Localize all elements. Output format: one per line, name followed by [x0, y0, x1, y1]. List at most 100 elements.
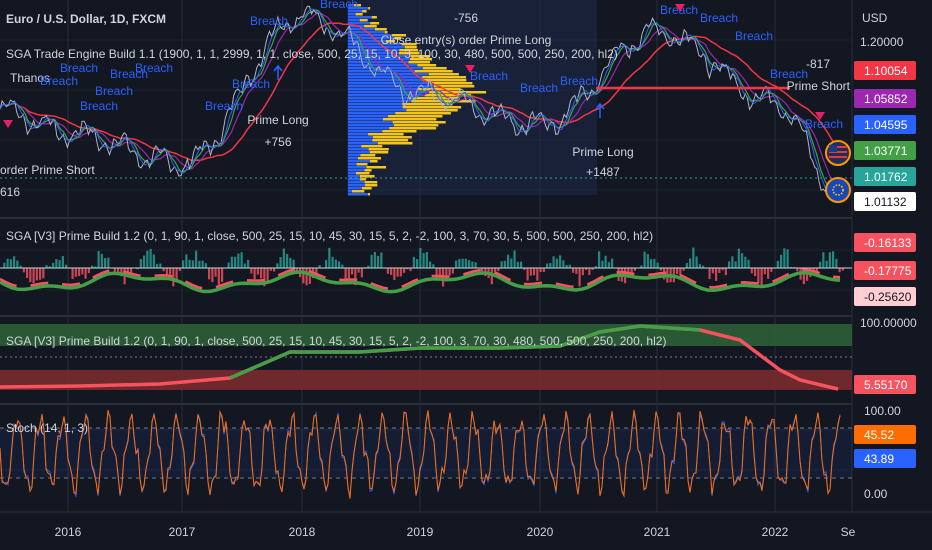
oscillator-histogram-bar: [747, 259, 750, 268]
price-pane[interactable]: ThanosPrime Long+756-756Close entry(s) o…: [0, 0, 852, 199]
chart-annotation: +1487: [586, 165, 620, 179]
oscillator-histogram-bar: [201, 260, 204, 268]
oscillator-histogram-bar: [104, 258, 107, 268]
stoch-pane[interactable]: [0, 409, 852, 499]
chart-annotation: Breach: [250, 14, 288, 28]
volume-profile-bar-blue: [348, 112, 396, 115]
volume-profile-bar-blue: [348, 193, 368, 196]
volume-profile-bar-yellow: [369, 151, 389, 154]
oscillator-histogram-bar: [780, 254, 783, 268]
oscillator-histogram-bar: [208, 268, 211, 280]
volume-profile-bar-blue: [348, 187, 362, 190]
eu-flag-icon[interactable]: [825, 177, 851, 203]
oscillator-histogram-bar: [468, 260, 471, 268]
oscillator-histogram-bar: [302, 268, 305, 284]
oscillator-histogram-bar: [822, 252, 825, 268]
chart-annotation: Breach: [95, 84, 133, 98]
oscillator-histogram-bar: [513, 250, 516, 268]
oscillator-histogram-bar: [549, 262, 552, 268]
oscillator-histogram-bar: [448, 268, 451, 276]
oscillator-histogram-bar: [516, 261, 519, 268]
oscillator-histogram-bar: [276, 263, 279, 268]
oscillator-histogram-bar: [78, 268, 81, 277]
volume-profile-bar-yellow: [372, 139, 409, 142]
oscillator-histogram-bar: [386, 268, 389, 274]
oscillator-histogram-bar: [305, 268, 308, 286]
oscillator-histogram-bar: [601, 260, 604, 268]
volume-profile-bar-yellow: [359, 175, 375, 178]
pane3-indicator-title[interactable]: SGA [V3] Prime Build 1.2 (0, 1, 90, 1, c…: [6, 334, 666, 348]
time-axis[interactable]: 2016 2017 2018 2019 2020 2021 2022 Se: [55, 525, 856, 539]
oscillator-histogram-bar: [832, 251, 835, 268]
volume-profile-bar-yellow: [422, 76, 467, 79]
volume-profile-bar-yellow: [389, 127, 437, 130]
oscillator-histogram-bar: [357, 268, 360, 273]
price-tag-text: 1.03771: [864, 144, 908, 158]
oscillator-histogram-bar: [344, 268, 347, 279]
oscillator-histogram-bar: [835, 258, 838, 268]
oscillator-histogram-bar: [403, 268, 406, 273]
oscillator-histogram-bar: [731, 256, 734, 268]
oscillator-histogram-bar: [737, 248, 740, 268]
chart-annotation: Breach: [770, 67, 808, 81]
chart-annotation: Breach: [735, 29, 773, 43]
oscillator-histogram-bar: [230, 256, 233, 268]
chart-annotation: Breach: [805, 117, 843, 131]
volume-profile-bar-blue: [348, 172, 356, 175]
oscillator-histogram-bar: [156, 264, 159, 268]
volume-profile-bar-yellow: [372, 136, 412, 139]
oscillator-histogram-bar: [572, 268, 575, 273]
volume-profile-bar-blue: [348, 121, 393, 124]
us-flag-icon[interactable]: [825, 140, 851, 166]
oscillator-histogram-bar: [760, 268, 763, 286]
oscillator-histogram-bar: [377, 255, 380, 268]
pane4-indicator-title[interactable]: Stoch (14, 1, 3): [6, 421, 88, 435]
volume-profile-bar-yellow: [377, 142, 413, 145]
volume-profile-bar-blue: [348, 79, 423, 82]
oscillator-histogram-bar: [754, 268, 757, 277]
oscillator-histogram-bar: [52, 262, 55, 268]
pane3-top-label: 100.00000: [860, 316, 917, 330]
volume-profile-bar-yellow: [392, 121, 446, 124]
volume-profile-bar-blue: [348, 13, 356, 16]
stoch-band: [0, 428, 852, 478]
pane1-indicator-title[interactable]: SGA Trade Engine Build 1.1 (1900, 1, 1, …: [6, 47, 618, 61]
oscillator-histogram-bar: [84, 268, 87, 279]
volume-profile-bar-blue: [348, 160, 370, 163]
volume-profile-bar-blue: [348, 181, 365, 184]
oscillator-histogram-bar: [172, 268, 175, 287]
oscillator-histogram-bar: [734, 261, 737, 268]
volume-profile-bar-yellow: [402, 106, 462, 109]
oscillator-histogram-bar: [520, 261, 523, 268]
oscillator-histogram-bar: [776, 260, 779, 268]
volume-profile-bar-yellow: [355, 13, 363, 16]
oscillator-histogram-bar: [451, 268, 454, 274]
oscillator-histogram-bar: [370, 254, 373, 268]
volume-profile-bar-blue: [348, 97, 410, 100]
oscillator-histogram-bar: [458, 258, 461, 268]
volume-profile-bar-yellow: [359, 19, 368, 22]
oscillator-histogram-bar: [217, 268, 220, 285]
volume-profile-bar-blue: [348, 169, 365, 172]
oscillator-histogram-bar: [13, 256, 16, 268]
chart-canvas[interactable]: ThanosPrime Long+756-756Close entry(s) o…: [0, 0, 932, 550]
oscillator-histogram-bar: [656, 262, 659, 268]
oscillator-histogram-bar: [338, 261, 341, 268]
volume-profile-bar-blue: [348, 115, 389, 118]
oscillator-histogram-bar: [750, 268, 753, 274]
oscillator-histogram-bar: [419, 248, 422, 268]
oscillator-histogram-bar: [234, 256, 237, 268]
oscillator-histogram-bar: [188, 259, 191, 268]
oscillator-pane[interactable]: [0, 247, 852, 294]
oscillator-histogram-bar: [331, 256, 334, 268]
pane2-indicator-title[interactable]: SGA [V3] Prime Build 1.2 (0, 1, 90, 1, c…: [6, 229, 653, 243]
oscillator-histogram-bar: [698, 264, 701, 268]
oscillator-histogram-bar: [279, 257, 282, 268]
volume-profile-bar-blue: [348, 124, 394, 127]
oscillator-histogram-bar: [676, 268, 679, 275]
volume-profile-bar-blue: [348, 118, 383, 121]
oscillator-histogram-bar: [214, 268, 217, 277]
oscillator-histogram-bar: [393, 268, 396, 280]
oscillator-histogram-bar: [432, 264, 435, 268]
oscillator-histogram-bar: [221, 268, 224, 282]
